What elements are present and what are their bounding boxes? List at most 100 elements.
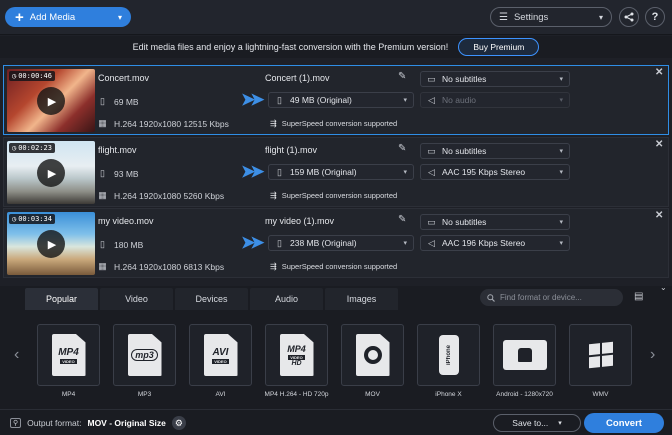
format-label: iPhone X: [435, 391, 462, 398]
file-icon: ▯: [277, 94, 282, 105]
convert-button[interactable]: Convert: [584, 413, 664, 433]
format-label: MP4 H.264 - HD 720p: [264, 391, 329, 398]
subtitles-icon: ▭: [427, 216, 436, 227]
chevron-down-icon[interactable]: ⌄: [660, 283, 667, 292]
output-format[interactable]: ⚲ Output format: MOV - Original Size ⚙: [10, 416, 186, 430]
chevron-down-icon: ▾: [403, 240, 407, 247]
output-file-name[interactable]: flight (1).mov: [265, 145, 317, 155]
settings-icon: ☰: [499, 11, 508, 23]
output-size-dropdown[interactable]: ▯ 238 MB (Original) ▾: [268, 235, 414, 251]
source-file-size: ▯ 180 MB: [98, 239, 143, 250]
format-icon-box[interactable]: iPhone: [417, 324, 480, 386]
audio-dropdown[interactable]: ◁ No audio ▾: [420, 92, 570, 108]
format-tile[interactable]: iPhone iPhone X: [417, 324, 480, 398]
audio-dropdown[interactable]: ◁ AAC 196 Kbps Stereo ▾: [420, 235, 570, 251]
tab-audio[interactable]: Audio: [250, 288, 323, 310]
format-icon-box[interactable]: [569, 324, 632, 386]
file-row[interactable]: ◷ 00:00:46 ▶ Concert.mov ▯ 69 MB ▦ H.264 19…: [3, 65, 669, 135]
audio-text: AAC 195 Kbps Stereo: [442, 167, 526, 177]
output-file-name[interactable]: my video (1).mov: [265, 216, 334, 226]
format-tile[interactable]: WMV: [569, 324, 632, 398]
video-thumbnail[interactable]: ◷ 00:02:23 ▶: [7, 141, 95, 204]
buy-premium-button[interactable]: Buy Premium: [458, 38, 540, 56]
remove-file-close-icon[interactable]: ✕: [655, 67, 663, 78]
superspeed-note: ⇶ SuperSpeed conversion supported: [270, 262, 397, 271]
film-icon: ▦: [98, 118, 107, 128]
iphone-icon: iPhone: [438, 335, 459, 375]
clock-icon: ◷: [12, 144, 17, 152]
settings-dropdown[interactable]: ☰ Settings ▾: [490, 7, 612, 27]
chevron-right-icon[interactable]: ›: [650, 346, 655, 364]
chevron-down-icon[interactable]: ▾: [118, 13, 122, 22]
file-row[interactable]: ◷ 00:03:34 ▶ my video.mov ▯ 180 MB ▦ H.264 …: [3, 208, 669, 278]
output-file-name[interactable]: Concert (1).mov: [265, 73, 330, 83]
chevron-left-icon[interactable]: ‹: [14, 346, 19, 364]
audio-text: No audio: [442, 95, 477, 105]
subtitles-dropdown[interactable]: ▭ No subtitles ▾: [420, 143, 570, 159]
superspeed-note: ⇶ SuperSpeed conversion supported: [270, 119, 397, 128]
subtitles-dropdown[interactable]: ▭ No subtitles ▾: [420, 71, 570, 87]
play-button[interactable]: ▶: [37, 230, 65, 258]
format-tile[interactable]: MOV: [341, 324, 404, 398]
share-button[interactable]: [619, 7, 639, 27]
lightning-icon: ⇶: [270, 191, 277, 200]
source-file-name: flight.mov: [98, 145, 137, 155]
format-tile[interactable]: MP4 VIDEO HD MP4 H.264 - HD 720p: [265, 324, 328, 398]
format-tile[interactable]: mp3 MP3: [113, 324, 176, 398]
format-icon-box[interactable]: MP4 VIDEO: [37, 324, 100, 386]
windows-icon: [588, 341, 613, 369]
format-icon-box[interactable]: [341, 324, 404, 386]
remove-file-close-icon[interactable]: ✕: [655, 210, 663, 221]
format-icon-box[interactable]: mp3: [113, 324, 176, 386]
file-row[interactable]: ◷ 00:02:23 ▶ flight.mov ▯ 93 MB ▦ H.264 192…: [3, 137, 669, 207]
subtitles-icon: ▭: [427, 145, 436, 156]
output-size-dropdown[interactable]: ▯ 159 MB (Original) ▾: [268, 164, 414, 180]
add-media-button[interactable]: + Add Media ▾: [5, 7, 131, 27]
source-file-name: Concert.mov: [98, 73, 150, 83]
format-panel: Popular Video Devices Audio Images Find form…: [0, 283, 672, 409]
video-thumbnail[interactable]: ◷ 00:00:46 ▶: [7, 69, 95, 132]
film-icon: ▦: [98, 190, 107, 200]
format-icon-box[interactable]: MP4 VIDEO HD: [265, 324, 328, 386]
file-icon: ▯: [100, 168, 105, 178]
save-to-dropdown[interactable]: Save to... ▾: [493, 414, 581, 432]
output-size-dropdown[interactable]: ▯ 49 MB (Original) ▾: [268, 92, 414, 108]
format-label: Android - 1280x720: [496, 391, 553, 398]
help-button[interactable]: ?: [645, 7, 665, 27]
subtitles-text: No subtitles: [442, 217, 487, 227]
convert-arrow-icon: ➤➤: [241, 233, 264, 252]
format-search[interactable]: Find format or device...: [480, 289, 623, 306]
lightning-icon: ⇶: [270, 262, 277, 271]
file-icon: ▯: [277, 166, 282, 177]
edit-icon[interactable]: ✎: [398, 71, 406, 82]
gear-icon[interactable]: ⚙: [171, 416, 186, 430]
mp4-icon: MP4 VIDEO: [51, 334, 86, 376]
tab-video[interactable]: Video: [100, 288, 173, 310]
tab-devices[interactable]: Devices: [175, 288, 248, 310]
format-tile[interactable]: Android - 1280x720: [493, 324, 556, 398]
tab-popular[interactable]: Popular: [25, 288, 98, 310]
remove-file-close-icon[interactable]: ✕: [655, 139, 663, 150]
chevron-down-icon: ▾: [559, 169, 563, 176]
format-list-icon[interactable]: ▤: [634, 291, 643, 302]
format-tile[interactable]: AVI VIDEO AVI: [189, 324, 252, 398]
format-tile[interactable]: MP4 VIDEO MP4: [37, 324, 100, 398]
edit-icon[interactable]: ✎: [398, 143, 406, 154]
edit-icon[interactable]: ✎: [398, 214, 406, 225]
codec-text: H.264 1920x1080 5260 Kbps: [114, 190, 225, 201]
format-icon-box[interactable]: [493, 324, 556, 386]
video-thumbnail[interactable]: ◷ 00:03:34 ▶: [7, 212, 95, 275]
format-label: MOV: [365, 391, 380, 398]
subtitles-dropdown[interactable]: ▭ No subtitles ▾: [420, 214, 570, 230]
speaker-icon: ◁: [428, 94, 435, 105]
audio-dropdown[interactable]: ◁ AAC 195 Kbps Stereo ▾: [420, 164, 570, 180]
search-input[interactable]: Find format or device...: [500, 293, 582, 302]
bottom-bar: ⚲ Output format: MOV - Original Size ⚙ S…: [0, 409, 672, 435]
mp3-icon: mp3: [127, 334, 162, 376]
subtitles-text: No subtitles: [442, 146, 487, 156]
tab-images[interactable]: Images: [325, 288, 398, 310]
play-button[interactable]: ▶: [37, 87, 65, 115]
format-icon-box[interactable]: AVI VIDEO: [189, 324, 252, 386]
mp4-hd-icon: MP4 VIDEO HD: [279, 334, 314, 376]
play-button[interactable]: ▶: [37, 159, 65, 187]
